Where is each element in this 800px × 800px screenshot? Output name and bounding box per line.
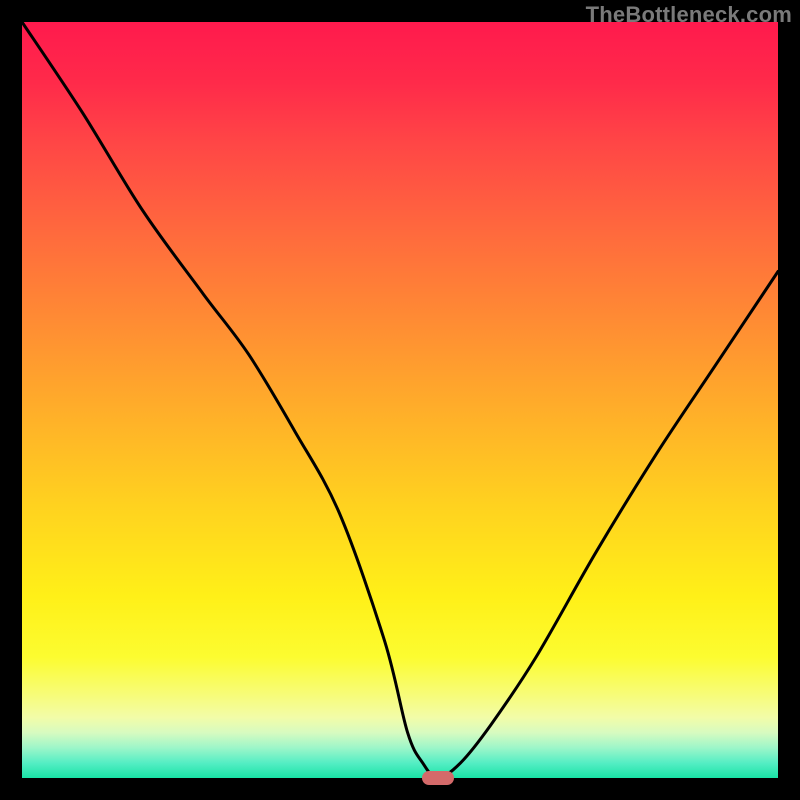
bottleneck-curve — [22, 22, 778, 778]
plot-area — [22, 22, 778, 778]
minimum-marker — [422, 771, 454, 785]
chart-frame: TheBottleneck.com — [0, 0, 800, 800]
